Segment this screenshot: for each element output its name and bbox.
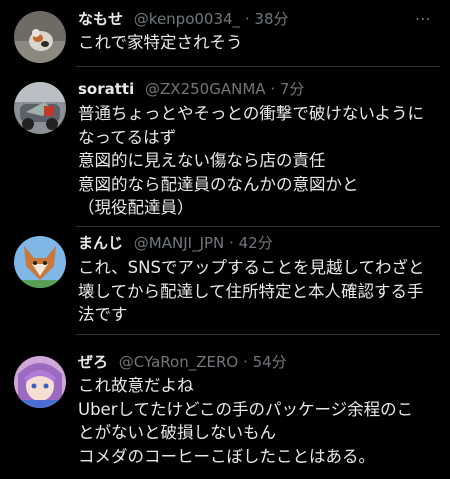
separator-dot: · (243, 353, 248, 371)
reply-tweet[interactable]: ぜろ @CYaRon_ZERO · 54分 これ故意だよね Uberしてたけどこ… (0, 346, 450, 479)
display-name[interactable]: まんじ (78, 234, 123, 252)
reply-tweet[interactable]: なもせ @kenpo0034_ · 38分 ⋯ これで家特定されそう (0, 0, 450, 70)
tweet-header: ぜろ @CYaRon_ZERO · 54分 (78, 351, 410, 373)
user-handle[interactable]: @MANJI_JPN (134, 234, 224, 252)
avatar[interactable] (14, 236, 66, 288)
fox-illustration-avatar-icon (14, 236, 66, 288)
timestamp[interactable]: 7分 (280, 80, 305, 98)
separator-dot: · (270, 80, 276, 98)
timestamp[interactable]: 42分 (239, 234, 273, 252)
separator-dot: · (244, 10, 250, 28)
user-handle[interactable]: @CYaRon_ZERO (119, 353, 238, 371)
user-handle[interactable]: @ZX250GANMA (145, 80, 266, 98)
avatar[interactable] (14, 356, 66, 408)
tweet-text: これ故意だよね Uberしてたけどこの手のパッケージ余程のこ とがないと破損しな… (78, 376, 414, 466)
reply-tweet[interactable]: まんじ @MANJI_JPN · 42分 これ、SNSでアップすることを見越して… (0, 228, 450, 346)
user-handle[interactable]: @kenpo0034_ (134, 10, 240, 28)
divider (76, 66, 440, 67)
anime-character-avatar-icon (14, 356, 66, 408)
reply-feed: なもせ @kenpo0034_ · 38分 ⋯ これで家特定されそう sorat… (0, 0, 450, 479)
avatar[interactable] (14, 82, 66, 134)
motorcycle-photo-avatar-icon (14, 82, 66, 134)
divider (76, 226, 440, 227)
avatar[interactable] (14, 11, 66, 63)
display-name[interactable]: なもせ (78, 10, 123, 28)
cat-photo-avatar-icon (14, 11, 66, 63)
tweet-text: これで家特定されそう (78, 33, 243, 52)
display-name[interactable]: ぜろ (78, 353, 108, 371)
reply-tweet[interactable]: soratti @ZX250GANMA · 7分 普通ちょっとやそっとの衝撃で破… (0, 70, 450, 228)
tweet-text: 普通ちょっとやそっとの衝撃で破けないように なってるはず 意図的に見えない傷なら… (78, 104, 425, 217)
more-options-icon[interactable]: ⋯ (412, 8, 434, 30)
timestamp[interactable]: 38分 (254, 10, 288, 28)
timestamp[interactable]: 54分 (253, 353, 287, 371)
tweet-header: soratti @ZX250GANMA · 7分 (78, 78, 410, 100)
divider (76, 334, 440, 335)
tweet-header: なもせ @kenpo0034_ · 38分 (78, 8, 410, 30)
tweet-text: これ、SNSでアップすることを見越してわざと 壊してから配達して住所特定と本人確… (78, 258, 425, 324)
display-name[interactable]: soratti (78, 80, 134, 98)
tweet-header: まんじ @MANJI_JPN · 42分 (78, 232, 410, 254)
separator-dot: · (229, 234, 234, 252)
